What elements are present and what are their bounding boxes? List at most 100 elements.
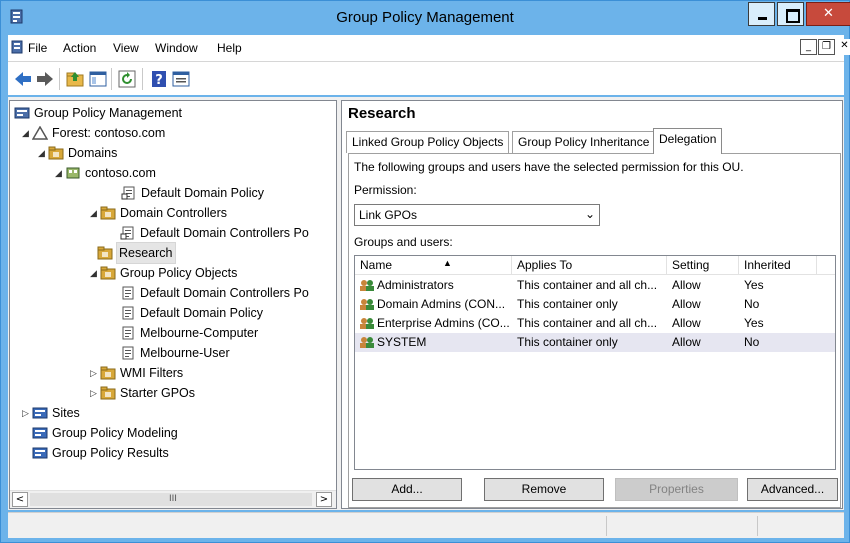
minimize-button[interactable] <box>748 2 775 26</box>
user-group-icon <box>360 318 374 329</box>
close-button[interactable]: ✕ <box>806 2 850 26</box>
tree-node[interactable]: Default Domain Policy <box>10 303 336 323</box>
mdi-restore-button[interactable]: ❐ <box>818 39 835 55</box>
table-row[interactable]: SYSTEM This container only Allow No <box>355 333 835 352</box>
tree-node[interactable]: ▷ Starter GPOs <box>10 383 336 403</box>
tree-horizontal-scrollbar[interactable]: < III > <box>10 490 336 508</box>
toolbar-separator <box>111 68 112 90</box>
details-title: Research <box>348 105 416 122</box>
cell-name: Domain Admins (CON... <box>359 295 511 314</box>
cell-name-text: Enterprise Admins (CO... <box>377 316 510 330</box>
delegation-description: The following groups and users have the … <box>354 160 744 174</box>
tree-node[interactable]: Default Domain Policy <box>10 183 336 203</box>
cell-name-text: Administrators <box>377 278 454 292</box>
expand-arrow-icon[interactable]: ▷ <box>22 403 32 423</box>
properties-icon[interactable] <box>171 69 191 89</box>
tab-linked-gpos[interactable]: Linked Group Policy Objects <box>346 131 510 153</box>
help-icon[interactable]: ? <box>149 69 169 89</box>
ou-icon <box>97 246 113 260</box>
collapse-arrow-icon[interactable]: ◢ <box>55 163 65 183</box>
tree-node-label: Domains <box>68 146 118 160</box>
tree-node[interactable]: ▷ Sites <box>10 403 336 423</box>
tab-delegation[interactable]: Delegation <box>653 128 723 154</box>
tree-node-label: Group Policy Objects <box>120 266 238 280</box>
tree-node[interactable]: ▷ WMI Filters <box>10 363 336 383</box>
tree-node[interactable]: ◢ Group Policy Objects <box>10 263 336 283</box>
expand-arrow-icon[interactable]: ▷ <box>90 363 100 383</box>
collapse-arrow-icon[interactable]: ◢ <box>38 143 48 163</box>
column-header-applies-to[interactable]: Applies To <box>512 256 667 275</box>
tree-node[interactable]: ◢ Domain Controllers <box>10 203 336 223</box>
scroll-right-button[interactable]: > <box>316 492 332 507</box>
tree-node[interactable]: ◢ contoso.com <box>10 163 336 183</box>
groups-users-list[interactable]: Name ▲ Applies To Setting Inherited Admi… <box>354 255 836 470</box>
tree-node[interactable]: Group Policy Modeling <box>10 423 336 443</box>
up-folder-icon[interactable] <box>65 69 85 89</box>
tree-node[interactable]: Research <box>10 242 336 264</box>
menu-view[interactable]: View <box>113 41 139 55</box>
window-title: Group Policy Management <box>336 9 514 26</box>
menu-file[interactable]: File <box>28 41 47 55</box>
refresh-icon[interactable] <box>117 69 137 89</box>
collapse-arrow-icon[interactable]: ◢ <box>90 203 100 223</box>
mmc-menu-icon[interactable] <box>11 40 25 54</box>
scroll-left-button[interactable]: < <box>12 492 28 507</box>
console-tree-pane: Group Policy Management ◢ Forest: contoso.… <box>9 100 337 509</box>
gpo-icon <box>122 286 134 300</box>
menu-action[interactable]: Action <box>63 41 96 55</box>
remove-button[interactable]: Remove <box>484 478 604 501</box>
tree-node-label: Group Policy Results <box>52 446 169 460</box>
collapse-arrow-icon[interactable]: ◢ <box>22 123 32 143</box>
cell-applies-to: This container and all ch... <box>517 278 658 292</box>
tree-node[interactable]: Melbourne-User <box>10 343 336 363</box>
tree-node-label: Group Policy Management <box>34 106 182 120</box>
groups-users-label: Groups and users: <box>354 235 453 249</box>
tab-gp-inheritance[interactable]: Group Policy Inheritance <box>512 131 656 153</box>
collapse-arrow-icon[interactable]: ◢ <box>90 263 100 283</box>
permission-select[interactable]: Link GPOs ⌄ <box>354 204 600 226</box>
tree-node-label: Group Policy Modeling <box>52 426 178 440</box>
table-row[interactable]: Domain Admins (CON... This container only… <box>355 295 835 314</box>
show-hide-tree-icon[interactable] <box>88 69 108 89</box>
tree-node[interactable]: Default Domain Controllers Po <box>10 283 336 303</box>
menu-window[interactable]: Window <box>155 41 198 55</box>
tree-node[interactable]: Group Policy Management <box>10 103 336 123</box>
scroll-thumb[interactable]: III <box>30 493 312 506</box>
domain-icon <box>66 167 80 179</box>
back-icon[interactable] <box>13 69 33 89</box>
gpo-icon <box>122 326 134 340</box>
tree-node-label: Default Domain Policy <box>141 186 264 200</box>
tree-node[interactable]: ◢ Domains <box>10 143 336 163</box>
cell-applies-to: This container only <box>517 297 618 311</box>
tree-node[interactable]: Group Policy Results <box>10 443 336 463</box>
properties-button[interactable]: Properties <box>615 478 738 501</box>
modeling-icon <box>32 427 48 439</box>
cell-name-text: SYSTEM <box>377 335 427 349</box>
cell-inherited: Yes <box>744 278 764 292</box>
forward-icon[interactable] <box>35 69 55 89</box>
column-header-setting[interactable]: Setting <box>667 256 739 275</box>
cell-setting: Allow <box>672 297 701 311</box>
mdi-minimize-button[interactable]: _ <box>800 39 817 55</box>
tree-node[interactable]: Default Domain Controllers Po <box>10 223 336 243</box>
table-row[interactable]: Administrators This container and all ch.… <box>355 276 835 295</box>
console-tree: Group Policy Management ◢ Forest: contoso.… <box>10 101 336 490</box>
svg-text:?: ? <box>155 73 163 88</box>
ou-icon <box>100 206 116 220</box>
column-header-name[interactable]: Name ▲ <box>355 256 512 275</box>
table-row[interactable]: Enterprise Admins (CO... This container a… <box>355 314 835 333</box>
add-button[interactable]: Add... <box>352 478 462 501</box>
tree-node[interactable]: Melbourne-Computer <box>10 323 336 343</box>
column-header-inherited[interactable]: Inherited <box>739 256 817 275</box>
maximize-button[interactable] <box>777 2 804 26</box>
tree-node[interactable]: ◢ Forest: contoso.com <box>10 123 336 143</box>
mdi-close-button[interactable]: ✕ <box>836 39 850 55</box>
title-bar[interactable]: Group Policy Management ✕ <box>1 1 850 34</box>
scroll-grip: III <box>169 494 177 504</box>
expand-arrow-icon[interactable]: ▷ <box>90 383 100 403</box>
menu-help[interactable]: Help <box>217 41 242 55</box>
advanced-button[interactable]: Advanced... <box>747 478 838 501</box>
domains-folder-icon <box>48 146 64 160</box>
cell-name: Enterprise Admins (CO... <box>359 314 511 333</box>
console-content: Group Policy Management ◢ Forest: contoso.… <box>8 97 844 510</box>
